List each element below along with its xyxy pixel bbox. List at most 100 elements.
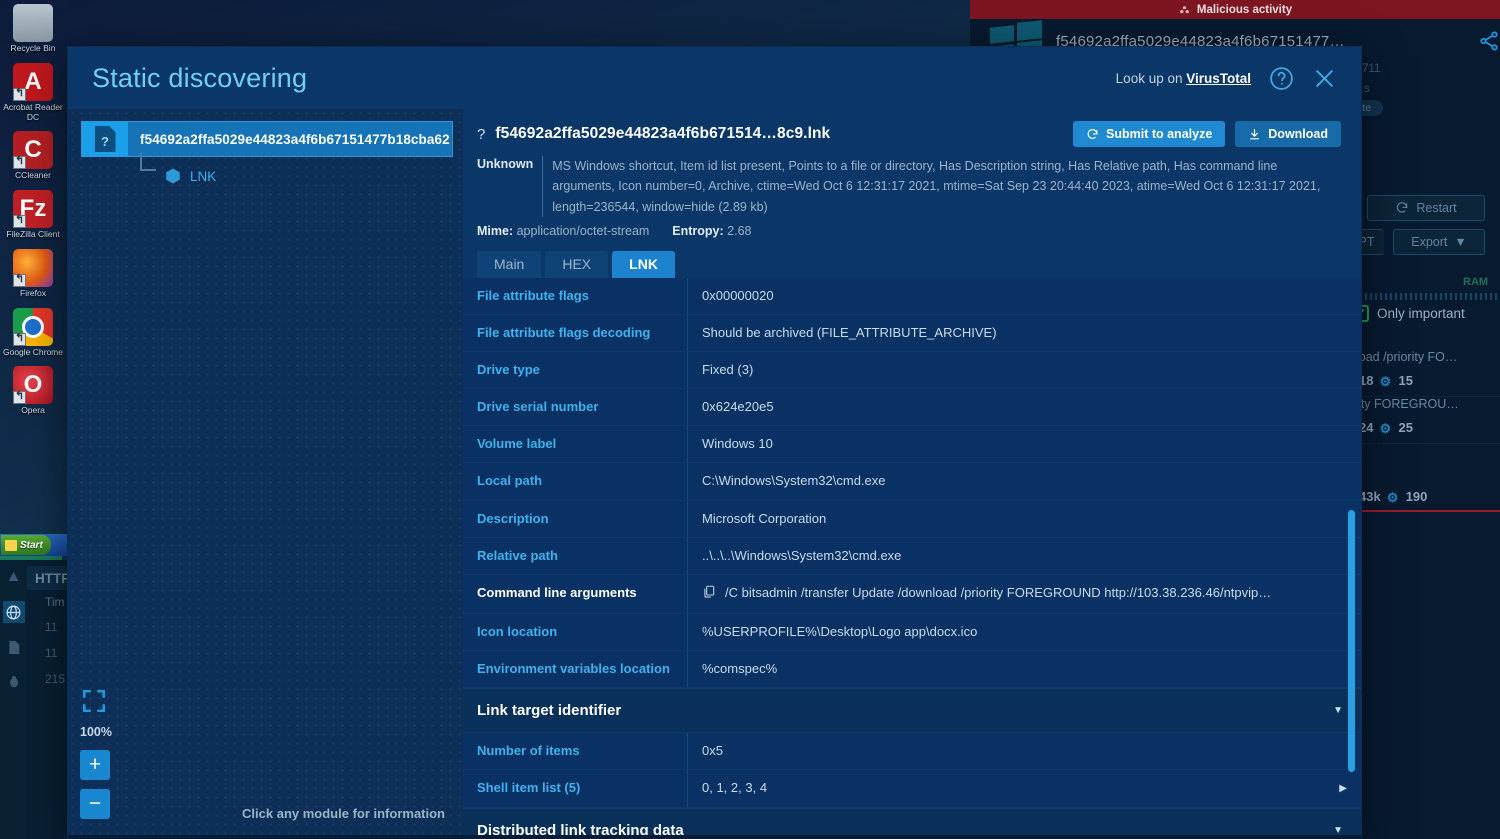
- verdict-label: Unknown: [477, 157, 534, 171]
- tab-lnk[interactable]: LNK: [612, 250, 675, 278]
- process-row[interactable]: wnload /priority FO… ▦ 18 ⚙ 15: [1340, 350, 1500, 397]
- export-button[interactable]: Export ▼: [1393, 229, 1485, 255]
- modal-header-actions: Look up on VirusTotal: [1116, 66, 1337, 91]
- close-icon[interactable]: [1312, 66, 1337, 91]
- tree-node-lnk-label: LNK: [190, 168, 217, 184]
- tab-hex[interactable]: HEX: [545, 250, 609, 278]
- table-row-shell-item-list[interactable]: Shell item list (5) 0, 1, 2, 3, 4 ▶: [463, 770, 1361, 808]
- fit-to-screen-icon[interactable]: [80, 688, 108, 714]
- ccleaner-icon: C: [13, 131, 53, 170]
- vertical-scrollbar[interactable]: [1348, 509, 1355, 772]
- table-row: Drive serial number 0x624e20e5: [463, 389, 1361, 427]
- tree-node-root[interactable]: ? f54692a2ffa5029e44823a4f6b67151477b18c…: [81, 121, 453, 157]
- firefox-icon: [13, 248, 53, 287]
- process-stats: ▦ 43k ⚙ 190: [1340, 489, 1500, 505]
- table-row: Icon location %USERPROFILE%\Desktop\Logo…: [463, 614, 1361, 652]
- restart-label: Restart: [1416, 201, 1457, 215]
- process-title: wnload /priority FO…: [1340, 350, 1458, 364]
- desktop-icon-list: Recycle Bin A Acrobat Reader DC C CClean…: [0, 4, 66, 416]
- process-modules-count: 18: [1359, 373, 1374, 388]
- row-value: Fixed (3): [702, 362, 754, 378]
- collapse-icon[interactable]: ▲: [3, 566, 25, 588]
- row-key: Environment variables location: [463, 651, 688, 688]
- detail-header: ? f54692a2ffa5029e44823a4f6b671514…8c9.l…: [463, 109, 1361, 242]
- chevron-right-icon: ▶: [1339, 782, 1347, 794]
- desktop-icon-recycle-bin[interactable]: Recycle Bin: [1, 4, 65, 54]
- only-important-label: Only important: [1377, 306, 1465, 321]
- mime-value: application/octet-stream: [516, 223, 650, 238]
- static-discovering-modal: Static discovering Look up on VirusTotal: [68, 47, 1361, 839]
- banner-label: Malicious activity: [1196, 3, 1293, 16]
- desktop-icon-opera[interactable]: O Opera: [1, 366, 65, 416]
- process-events-count: 25: [1398, 420, 1413, 435]
- row-key: Number of items: [463, 733, 688, 770]
- submit-to-analyze-button[interactable]: Submit to analyze: [1073, 121, 1226, 147]
- process-events-count: 15: [1398, 373, 1413, 388]
- row-value: %USERPROFILE%\Desktop\Logo app\docx.ico: [702, 624, 978, 640]
- row-value: ..\..\..\Windows\System32\cmd.exe: [702, 547, 902, 563]
- table-row: Drive type Fixed (3): [463, 352, 1361, 390]
- only-important-toggle[interactable]: ✓ Only important: [1352, 305, 1465, 322]
- section-link-target-identifier[interactable]: Link target identifier ▼: [463, 688, 1361, 734]
- modal-body: ? f54692a2ffa5029e44823a4f6b67151477b18c…: [68, 109, 1361, 839]
- table-row-command-line-arguments[interactable]: Command line arguments /C bitsadmin /tra…: [463, 574, 1361, 615]
- entropy-label: Entropy:: [672, 223, 724, 238]
- screen: Recycle Bin A Acrobat Reader DC C CClean…: [0, 0, 1500, 839]
- files-document-icon[interactable]: [3, 636, 25, 658]
- desktop-icon-ccleaner[interactable]: C CCleaner: [1, 131, 65, 181]
- tree-hint-text: Click any module for information: [242, 806, 445, 821]
- divider: [542, 156, 544, 217]
- property-rows: File attribute flags 0x00000020 File att…: [463, 277, 1361, 839]
- chevron-down-icon: ▼: [1454, 235, 1467, 249]
- zoom-percentage: 100%: [80, 725, 112, 739]
- desktop-icon-filezilla[interactable]: Fz FileZilla Client: [1, 190, 65, 240]
- acrobat-icon: A: [13, 62, 53, 101]
- verdict-description-row: Unknown MS Windows shortcut, Item id lis…: [477, 156, 1341, 217]
- table-row: Number of items 0x5: [463, 733, 1361, 771]
- process-row[interactable]: ▦ 43k ⚙ 190: [1340, 480, 1500, 512]
- share-icon[interactable]: [1478, 30, 1500, 57]
- row-value: /C bitsadmin /transfer Update /download …: [688, 575, 1361, 613]
- download-button[interactable]: Download: [1235, 121, 1341, 147]
- table-row: Relative path ..\..\..\Windows\System32\…: [463, 537, 1361, 575]
- row-key: Drive serial number: [463, 389, 688, 426]
- unknown-verdict-icon: ?: [477, 125, 486, 143]
- row-value: 0x624e20e5: [702, 399, 774, 415]
- debug-bug-icon[interactable]: [3, 671, 25, 693]
- row-key: File attribute flags: [463, 277, 688, 314]
- download-icon: [1250, 128, 1260, 139]
- desktop-icon-firefox[interactable]: Firefox: [1, 248, 65, 299]
- chrome-icon: [13, 307, 53, 346]
- desktop-icon-acrobat-reader[interactable]: A Acrobat Reader DC: [1, 62, 65, 123]
- left-vertical-toolbar: ▲: [0, 560, 27, 839]
- table-row: Description Microsoft Corporation: [463, 500, 1361, 538]
- copy-icon[interactable]: [702, 584, 716, 605]
- virustotal-link[interactable]: VirusTotal: [1186, 71, 1251, 86]
- opera-icon: O: [13, 366, 53, 405]
- desktop-icon-google-chrome[interactable]: Google Chrome: [1, 307, 65, 358]
- desktop-icon-label: Opera: [21, 405, 45, 416]
- start-button-label: Start: [20, 539, 43, 551]
- row-key: Drive type: [463, 352, 688, 389]
- process-row[interactable]: riority FOREGROU… ▦ 24 ⚙ 25: [1340, 397, 1500, 444]
- row-key: Description: [463, 500, 688, 537]
- tree-node-lnk[interactable]: LNK: [140, 153, 217, 185]
- network-globe-icon[interactable]: [2, 601, 25, 623]
- modal-title: Static discovering: [92, 62, 308, 93]
- zoom-out-button[interactable]: −: [80, 789, 110, 819]
- module-tree-pane: ? f54692a2ffa5029e44823a4f6b67151477b18c…: [68, 109, 463, 839]
- desktop-icon-label: Recycle Bin: [10, 43, 56, 53]
- row-key: File attribute flags decoding: [463, 314, 688, 352]
- start-button[interactable]: Start: [1, 535, 51, 555]
- zoom-in-button[interactable]: +: [80, 750, 110, 780]
- help-icon[interactable]: [1269, 66, 1294, 91]
- table-row: Volume label Windows 10: [463, 426, 1361, 464]
- gear-icon: ⚙: [1379, 374, 1392, 389]
- virustotal-lookup[interactable]: Look up on VirusTotal: [1116, 71, 1251, 86]
- submit-label: Submit to analyze: [1106, 127, 1213, 141]
- tab-main[interactable]: Main: [477, 250, 542, 278]
- row-value: C:\Windows\System32\cmd.exe: [702, 473, 886, 489]
- row-key: Local path: [463, 463, 688, 500]
- download-label: Download: [1268, 127, 1328, 141]
- restart-button[interactable]: Restart: [1367, 195, 1485, 221]
